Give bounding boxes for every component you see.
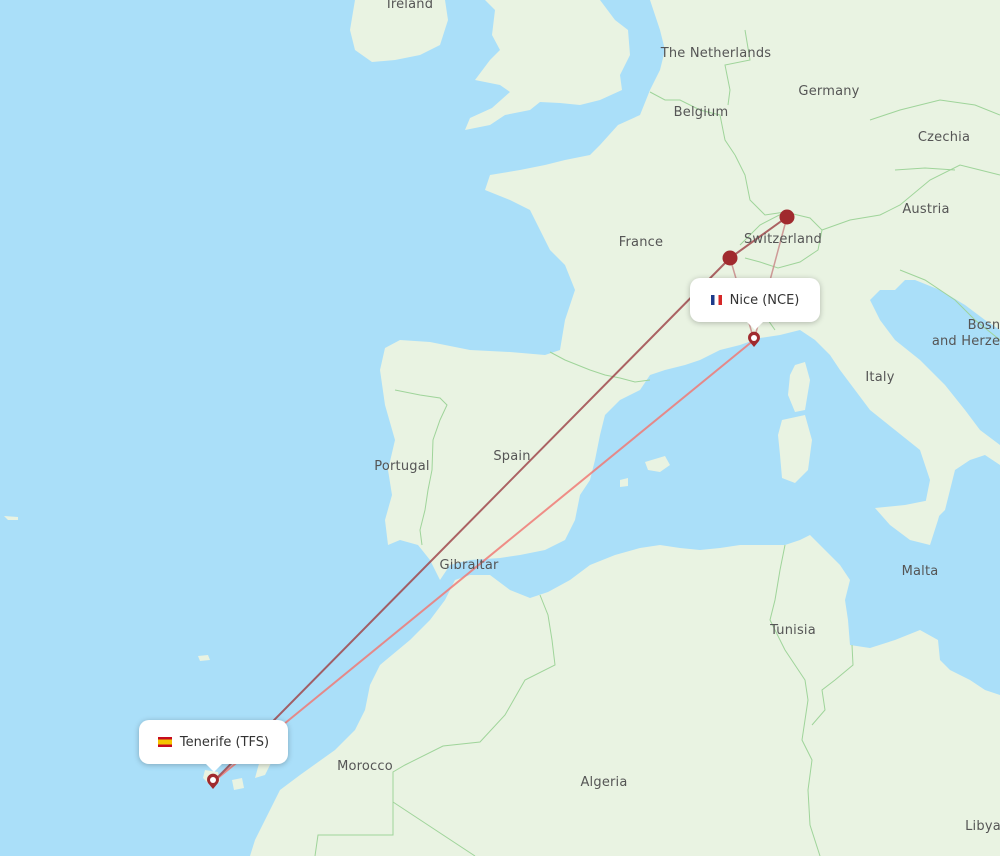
connection-stop-marker[interactable] xyxy=(779,209,795,225)
land-great-britain xyxy=(465,0,630,130)
label-algeria: Algeria xyxy=(580,775,628,790)
label-morocco: Morocco xyxy=(337,759,393,774)
origin-airport-label: Nice (NCE) xyxy=(729,292,800,308)
label-malta: Malta xyxy=(901,564,939,579)
land-ibiza xyxy=(620,478,628,487)
label-bosnia-1: Bosn xyxy=(967,318,1000,333)
label-bosnia-2: and Herze xyxy=(931,334,1000,349)
label-switzerland: Switzerland xyxy=(743,232,823,247)
land-gran-canaria xyxy=(232,778,244,790)
land-corsica xyxy=(788,362,810,412)
destination-airport-popup[interactable]: Tenerife (TFS) xyxy=(139,720,288,772)
destination-pin-icon[interactable] xyxy=(207,773,219,789)
label-italy: Italy xyxy=(865,370,895,385)
land-north-africa xyxy=(250,535,1000,856)
france-flag-icon xyxy=(710,295,722,305)
label-belgium: Belgium xyxy=(673,105,729,120)
label-germany: Germany xyxy=(798,84,860,99)
land-sardinia xyxy=(778,415,812,483)
label-austria: Austria xyxy=(902,202,950,217)
connection-stop-marker[interactable] xyxy=(722,250,738,266)
land-mallorca xyxy=(645,456,670,472)
route-map[interactable]: Ireland The Netherlands Germany Belgium … xyxy=(0,0,1000,856)
label-czechia: Czechia xyxy=(917,130,971,145)
land-sicily xyxy=(875,495,945,545)
label-spain: Spain xyxy=(493,449,531,464)
label-tunisia: Tunisia xyxy=(770,623,816,638)
label-libya: Libya xyxy=(965,819,1000,834)
destination-airport-label: Tenerife (TFS) xyxy=(179,734,270,750)
spain-flag-icon xyxy=(157,737,172,747)
origin-airport-popup[interactable]: Nice (NCE) xyxy=(690,278,820,330)
land-madeira xyxy=(198,655,210,661)
label-gibraltar: Gibraltar xyxy=(439,558,499,573)
label-netherlands: The Netherlands xyxy=(660,46,772,61)
label-portugal: Portugal xyxy=(374,459,430,474)
label-ireland: Ireland xyxy=(386,0,434,12)
label-france: France xyxy=(618,235,664,250)
land-azores xyxy=(4,516,18,520)
